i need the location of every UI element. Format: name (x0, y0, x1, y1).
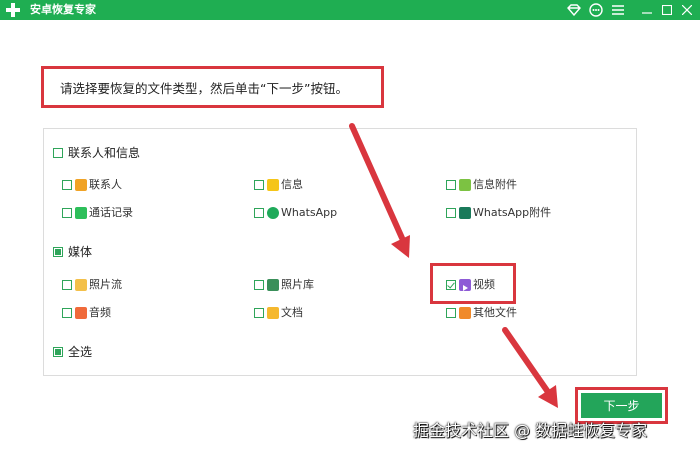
attachment-icon (459, 179, 471, 191)
checkbox-message-attachments[interactable] (446, 180, 456, 190)
watermark: 掘金技术社区 @ 数据蛙恢复专家 (413, 421, 648, 440)
minimize-icon[interactable] (639, 2, 655, 18)
app-logo-icon (6, 3, 20, 17)
checkbox-whatsapp-attachments[interactable] (446, 208, 456, 218)
checkbox-documents[interactable] (254, 308, 264, 318)
maximize-icon[interactable] (659, 2, 675, 18)
next-button[interactable]: 下一步 (581, 393, 662, 418)
close-icon[interactable] (679, 2, 695, 18)
item-label-documents: 文档 (281, 306, 303, 319)
menu-icon[interactable] (610, 2, 626, 18)
whatsapp-icon (267, 207, 279, 219)
app-title: 安卓恢复专家 (30, 3, 96, 16)
title-bar: 安卓恢复专家 (0, 0, 700, 20)
audio-icon (75, 307, 87, 319)
message-icon (267, 179, 279, 191)
checkbox-other-files[interactable] (446, 308, 456, 318)
item-label-whatsapp: WhatsApp (281, 206, 338, 219)
checkbox-photo-stream[interactable] (62, 280, 72, 290)
instruction-text: 请选择要恢复的文件类型，然后单击“下一步”按钮。 (60, 80, 348, 96)
checkbox-call-log[interactable] (62, 208, 72, 218)
item-label-other-files: 其他文件 (473, 306, 517, 319)
checkbox-whatsapp[interactable] (254, 208, 264, 218)
video-highlight-box (430, 263, 516, 304)
checkbox-select-all[interactable] (53, 347, 63, 357)
chat-icon[interactable] (588, 2, 604, 18)
item-label-photo-library: 照片库 (281, 278, 314, 291)
group-label-media: 媒体 (68, 245, 93, 259)
item-label-whatsapp-attachments: WhatsApp附件 (473, 206, 552, 219)
item-label-contacts: 联系人 (89, 178, 122, 191)
phone-icon (75, 207, 87, 219)
checkbox-audio[interactable] (62, 308, 72, 318)
checkbox-photo-library[interactable] (254, 280, 264, 290)
label-select-all: 全选 (68, 345, 93, 359)
item-label-photo-stream: 照片流 (89, 278, 122, 291)
whatsapp-attachment-icon (459, 207, 471, 219)
other-files-icon (459, 307, 471, 319)
document-icon (267, 307, 279, 319)
checkbox-contacts-group[interactable] (53, 148, 63, 158)
checkbox-messages[interactable] (254, 180, 264, 190)
item-label-audio: 音频 (89, 306, 111, 319)
file-type-panel (43, 128, 637, 376)
item-label-message-attachments: 信息附件 (473, 178, 517, 191)
photo-library-icon (267, 279, 279, 291)
diamond-icon[interactable] (566, 2, 582, 18)
item-label-messages: 信息 (281, 178, 303, 191)
group-label-contacts: 联系人和信息 (68, 146, 141, 160)
checkbox-media-group[interactable] (53, 247, 63, 257)
contacts-icon (75, 179, 87, 191)
photo-stream-icon (75, 279, 87, 291)
item-label-call-log: 通话记录 (89, 206, 133, 219)
checkbox-contacts[interactable] (62, 180, 72, 190)
instruction-box: 请选择要恢复的文件类型，然后单击“下一步”按钮。 (41, 66, 384, 108)
